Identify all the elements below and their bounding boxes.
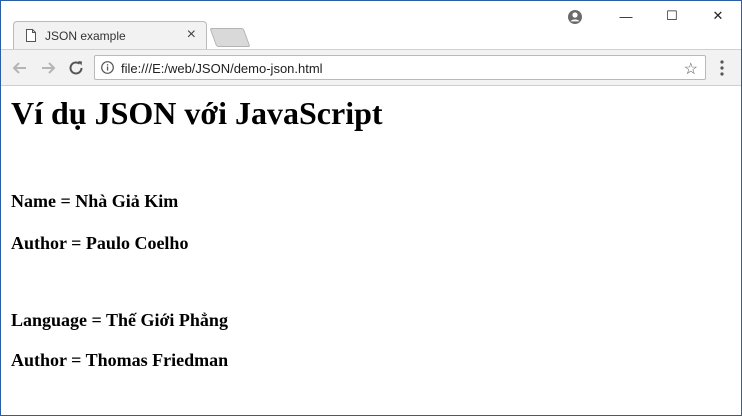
tab-title: JSON example [45, 29, 126, 43]
browser-window: JSON example × — ☐ ✕ file:///E:/web/JSON… [0, 0, 742, 416]
document-icon [26, 29, 36, 42]
tab-strip: JSON example × — ☐ ✕ [1, 1, 741, 49]
tab-json-example[interactable]: JSON example × [13, 21, 207, 49]
info-icon[interactable] [101, 61, 114, 74]
name-line: Name = Nhà Giả Kim [11, 191, 179, 211]
profile-icon[interactable] [567, 9, 583, 25]
address-bar[interactable]: file:///E:/web/JSON/demo-json.html ☆ [94, 55, 706, 80]
minimize-button[interactable]: — [603, 1, 649, 31]
tab-close-button[interactable]: × [187, 26, 196, 44]
browser-toolbar: file:///E:/web/JSON/demo-json.html ☆ [1, 49, 741, 86]
star-icon[interactable]: ☆ [684, 59, 698, 79]
language-line: Language = Thế Giới Phẳng [11, 310, 228, 330]
author-line-1: Author = Paulo Coelho [11, 233, 189, 253]
url-text[interactable]: file:///E:/web/JSON/demo-json.html [121, 61, 323, 76]
forward-arrow-icon[interactable] [39, 59, 57, 77]
author-line-2: Author = Thomas Friedman [11, 350, 229, 370]
page-heading: Ví dụ JSON với JavaScript [11, 95, 383, 131]
back-arrow-icon[interactable] [11, 59, 29, 77]
close-window-button[interactable]: ✕ [695, 1, 741, 31]
window-controls: — ☐ ✕ [603, 1, 741, 31]
page-content: Ví dụ JSON với JavaScript Name = Nhà Giả… [1, 86, 741, 415]
reload-icon[interactable] [67, 59, 85, 77]
menu-dots-icon[interactable] [717, 59, 727, 77]
maximize-button[interactable]: ☐ [649, 1, 695, 31]
new-tab-button[interactable] [209, 28, 251, 47]
